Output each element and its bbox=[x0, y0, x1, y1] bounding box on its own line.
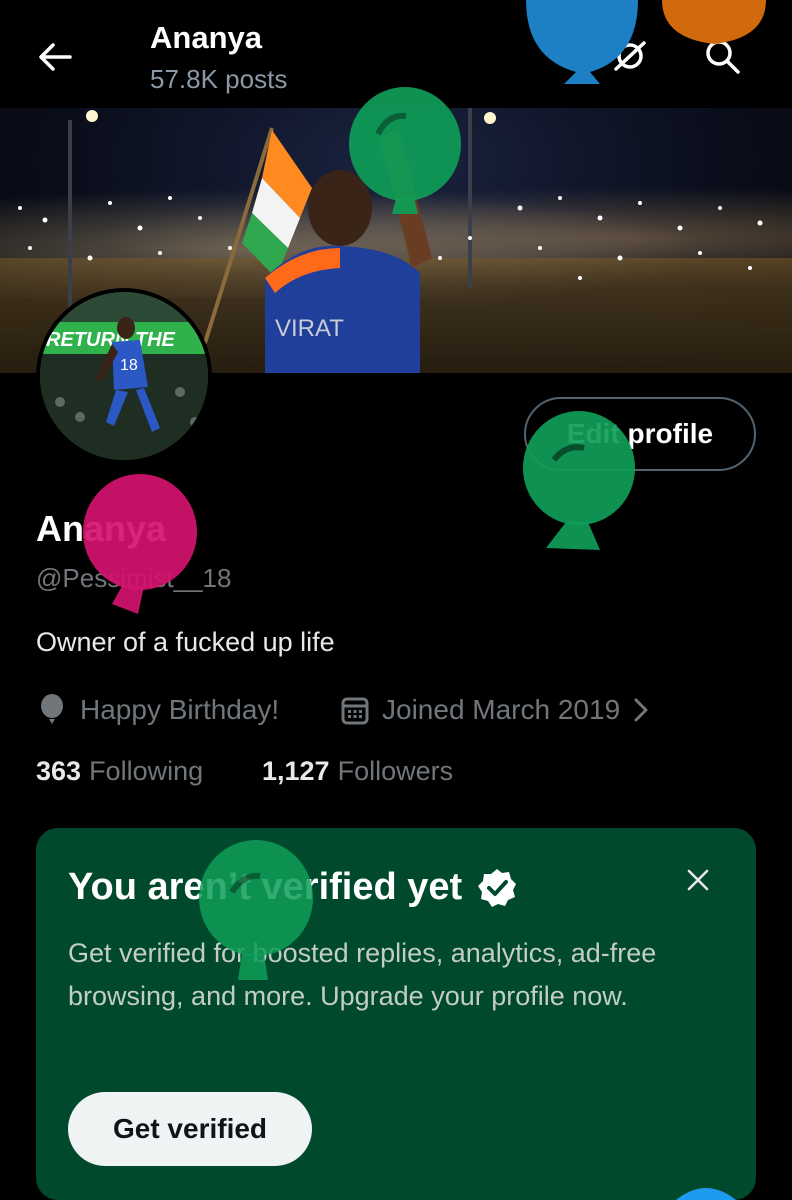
avatar[interactable]: RETURN THE 18 bbox=[36, 288, 212, 464]
back-arrow-icon bbox=[39, 43, 72, 71]
balloon-green-middle bbox=[523, 411, 635, 550]
banner-jersey-text: VIRAT bbox=[275, 315, 344, 342]
balloon-green-bottom bbox=[199, 840, 313, 980]
followers-link[interactable]: 1,127 Followers bbox=[262, 756, 453, 787]
balloon-blue bbox=[526, 0, 638, 84]
following-count: 363 bbox=[36, 756, 82, 786]
followers-count: 1,127 bbox=[262, 756, 330, 786]
close-card-button[interactable] bbox=[678, 860, 718, 900]
calendar-icon bbox=[341, 697, 369, 725]
balloon-pink bbox=[83, 474, 197, 614]
birthday-item: Happy Birthday! bbox=[36, 692, 279, 728]
joined-item[interactable]: Joined March 2019 bbox=[340, 692, 662, 728]
header-posts-count: 57.8K posts bbox=[150, 64, 288, 94]
balloon-blue-bottom bbox=[676, 1188, 736, 1200]
get-verified-button[interactable]: Get verified bbox=[68, 1092, 312, 1166]
followers-label: Followers bbox=[337, 756, 454, 786]
chevron-right-icon bbox=[634, 698, 648, 722]
verification-card: You aren’t verified yet Get verified for… bbox=[36, 828, 756, 1200]
balloon-orange bbox=[662, 0, 766, 44]
balloon-icon bbox=[41, 694, 63, 724]
avatar-jersey-number: 18 bbox=[120, 357, 138, 374]
verification-card-body: Get verified for boosted replies, analyt… bbox=[68, 938, 657, 1011]
bio: Owner of a fucked up life bbox=[36, 627, 335, 657]
balloon-green-top bbox=[349, 87, 461, 214]
close-icon bbox=[687, 869, 709, 891]
back-button[interactable] bbox=[34, 36, 76, 78]
birthday-text: Happy Birthday! bbox=[80, 694, 280, 725]
following-label: Following bbox=[89, 756, 204, 786]
following-link[interactable]: 363 Following bbox=[36, 756, 203, 787]
joined-text: Joined March 2019 bbox=[382, 694, 621, 725]
avatar-image: RETURN THE 18 bbox=[40, 292, 208, 460]
verified-badge-icon bbox=[478, 868, 517, 907]
header-title: Ananya bbox=[150, 20, 262, 55]
